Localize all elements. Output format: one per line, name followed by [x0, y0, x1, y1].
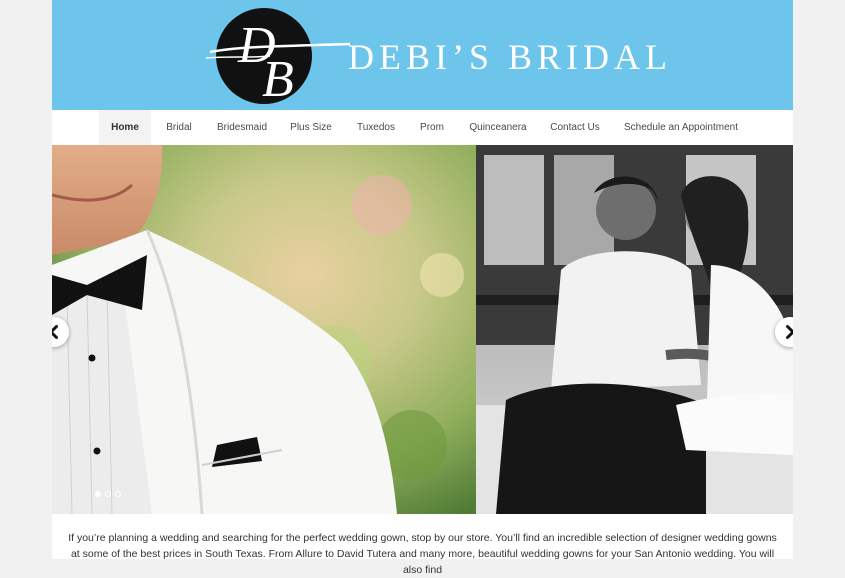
nav-item-bridal[interactable]: Bridal: [160, 110, 198, 145]
svg-text:B: B: [262, 51, 294, 106]
slider-dot-3[interactable]: [115, 491, 121, 497]
chevron-right-icon: [786, 325, 793, 339]
chevron-left-icon: [52, 325, 58, 339]
slider-next-button[interactable]: [775, 317, 793, 347]
nav-item-prom[interactable]: Prom: [415, 110, 449, 145]
nav-item-quinceanera[interactable]: Quinceanera: [464, 110, 532, 145]
slide-image-couple: [476, 145, 793, 514]
monogram-logo-icon[interactable]: D B: [200, 6, 370, 106]
slider-dot-1[interactable]: [95, 491, 101, 497]
nav-item-tuxedos[interactable]: Tuxedos: [352, 110, 400, 145]
slider-dot-2[interactable]: [105, 491, 111, 497]
slide-image-groom: [52, 145, 476, 514]
page-container: D B DEBI’S BRIDAL Home Bridal Bridesmaid…: [52, 0, 793, 576]
brand-name[interactable]: DEBI’S BRIDAL: [348, 36, 672, 78]
slider-prev-button[interactable]: [52, 317, 69, 347]
nav-item-plus-size[interactable]: Plus Size: [286, 110, 336, 145]
hero-slider: [52, 145, 793, 514]
main-nav: Home Bridal Bridesmaid Plus Size Tuxedos…: [52, 110, 793, 145]
nav-item-contact-us[interactable]: Contact Us: [546, 110, 604, 145]
nav-item-bridesmaid[interactable]: Bridesmaid: [213, 110, 271, 145]
intro-paragraph: If you’re planning a wedding and searchi…: [68, 532, 777, 576]
nav-item-schedule-appointment[interactable]: Schedule an Appointment: [620, 110, 742, 145]
slider-pagination: [95, 484, 125, 502]
nav-item-home[interactable]: Home: [99, 110, 151, 145]
site-header: D B DEBI’S BRIDAL: [52, 0, 793, 110]
